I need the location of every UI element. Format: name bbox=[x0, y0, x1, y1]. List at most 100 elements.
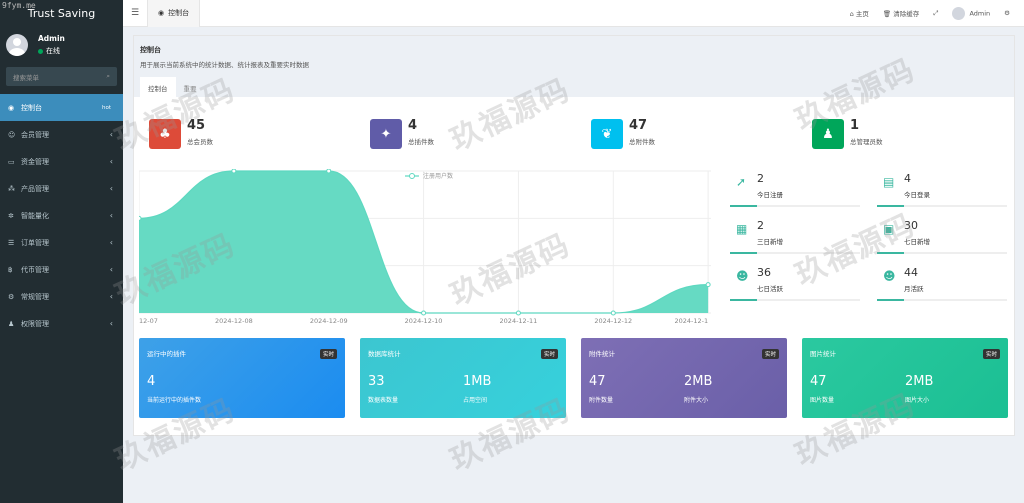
cubes-icon: ⁂ bbox=[8, 184, 15, 193]
sidebar-item-label: 智能量化 bbox=[21, 211, 49, 220]
money-icon: ▭ bbox=[8, 157, 15, 166]
hot-badge: hot bbox=[99, 103, 113, 112]
card-sub: 当前运行中的插件数 bbox=[147, 397, 202, 404]
stat-box: ✦ 4 总插件数 bbox=[370, 119, 434, 149]
sidebar-item-label: 产品管理 bbox=[21, 184, 49, 193]
stat-label: 总会员数 bbox=[187, 138, 213, 146]
tab-dashboard[interactable]: ◉ 控制台 bbox=[147, 0, 201, 27]
data-point[interactable] bbox=[610, 310, 616, 316]
sidebar-item-0[interactable]: ◉ 控制台 hot bbox=[0, 94, 123, 121]
sidebar-item-8[interactable]: ♟ 权限管理 ‹ bbox=[0, 310, 123, 337]
dashboard-icon: ◉ bbox=[158, 9, 165, 17]
sidebar-item-label: 订单管理 bbox=[21, 238, 49, 247]
clear-cache-button[interactable]: 🗑 清除缓存 bbox=[883, 8, 919, 18]
leaf-icon: ❦ bbox=[591, 119, 623, 149]
mini-value: 36 bbox=[757, 266, 771, 279]
online-dot-icon bbox=[38, 48, 43, 54]
card-sub: 图片大小 bbox=[905, 397, 930, 404]
chevron-left-icon: ‹ bbox=[109, 184, 113, 193]
mini-label: 七日活跃 bbox=[757, 285, 783, 293]
sidebar-item-7[interactable]: ⚙ 常规管理 ‹ bbox=[0, 283, 123, 310]
card-sub: 附件数量 bbox=[589, 397, 614, 404]
x-tick-label: 2024-12-11 bbox=[500, 317, 538, 325]
x-tick-label: 2024-12-08 bbox=[215, 317, 253, 325]
stat-label: 总插件数 bbox=[408, 138, 434, 146]
user-circle-icon: ☻ bbox=[883, 269, 896, 283]
cogs-icon: ⚙ bbox=[8, 292, 15, 301]
search-icon[interactable]: ⌕ bbox=[106, 72, 110, 81]
sidebar-item-5[interactable]: ☰ 订单管理 ‹ bbox=[0, 229, 123, 256]
chevron-left-icon: ‹ bbox=[109, 157, 113, 166]
user-avatar bbox=[952, 6, 966, 20]
card-value: 47 bbox=[589, 374, 606, 389]
card-sub: 数据表数量 bbox=[368, 397, 399, 404]
data-point[interactable] bbox=[421, 310, 427, 316]
fullscreen-icon[interactable]: ⤢ bbox=[933, 9, 938, 18]
sidebar-item-3[interactable]: ⁂ 产品管理 ‹ bbox=[0, 175, 123, 202]
mini-label: 今日登录 bbox=[904, 191, 930, 199]
card-title: 运行中的插件 bbox=[147, 350, 186, 358]
stat-value: 1 bbox=[850, 118, 860, 133]
user-icon: ☺ bbox=[8, 130, 16, 139]
vcard-icon: ▤ bbox=[883, 175, 895, 189]
mini-value: 2 bbox=[757, 172, 764, 185]
sidebar-menu: ◉ 控制台 hot ☺ 会员管理 ‹ ▭ 资金管理 ‹ ⁂ 产品管理 ‹ ✲ 智能量化 ‹ ☰ 订单管理 ‹ ฿ 代币… bbox=[0, 94, 123, 337]
user-name: Admin bbox=[38, 34, 65, 43]
mini-underline bbox=[730, 299, 757, 301]
sidebar: 9fym.me Trust Saving Admin 在线 搜索菜单 ⌕ ◉ 控制… bbox=[0, 0, 123, 503]
mini-label: 三日新增 bbox=[757, 238, 783, 246]
mini-value: 44 bbox=[904, 266, 918, 279]
chevron-left-icon: ‹ bbox=[109, 292, 113, 301]
data-point[interactable] bbox=[231, 169, 237, 174]
calendar-icon: ▦ bbox=[736, 222, 748, 236]
card-title: 数据库统计 bbox=[368, 350, 401, 358]
sidebar-item-label: 控制台 bbox=[21, 103, 42, 112]
group-icon: ♟ bbox=[8, 319, 15, 328]
data-point[interactable] bbox=[515, 310, 521, 316]
magic-icon: ✦ bbox=[370, 119, 402, 149]
mini-label: 月活跃 bbox=[904, 285, 924, 293]
sidebar-item-label: 权限管理 bbox=[21, 319, 49, 328]
stat-box: ❦ 47 总附件数 bbox=[591, 119, 655, 149]
chevron-left-icon: ‹ bbox=[109, 238, 113, 247]
dashboard-icon: ◉ bbox=[8, 103, 15, 112]
summary-card: 附件统计 实时 47 附件数量 2MB 附件大小 bbox=[581, 338, 787, 418]
data-point[interactable] bbox=[705, 282, 711, 288]
brand-title: Trust Saving bbox=[27, 7, 96, 20]
stat-label: 总附件数 bbox=[629, 138, 655, 146]
chevron-left-icon: ‹ bbox=[109, 319, 113, 328]
sidebar-item-label: 会员管理 bbox=[21, 130, 49, 139]
menu-toggle-icon[interactable]: ☰ bbox=[123, 8, 147, 18]
stat-value: 47 bbox=[629, 118, 648, 133]
user-menu[interactable]: Admin bbox=[952, 6, 990, 20]
menu-search-input[interactable]: 搜索菜单 ⌕ bbox=[6, 67, 117, 86]
x-tick-label: 2024-12-1 bbox=[674, 317, 708, 325]
legend-marker bbox=[409, 173, 415, 179]
sidebar-item-label: 常规管理 bbox=[21, 292, 49, 301]
home-link[interactable]: ⌂ 主页 bbox=[850, 8, 869, 18]
settings-gear-icon[interactable]: ⚙ bbox=[1004, 9, 1010, 17]
data-point[interactable] bbox=[139, 215, 142, 221]
card-value: 2MB bbox=[905, 374, 934, 389]
gear-icon: ✲ bbox=[8, 211, 14, 220]
sidebar-item-6[interactable]: ฿代币管理 ‹ bbox=[0, 256, 123, 283]
sidebar-item-4[interactable]: ✲ 智能量化 ‹ bbox=[0, 202, 123, 229]
x-tick-label: 2024-12-12 bbox=[594, 317, 632, 325]
bitcoin-icon: ฿ bbox=[8, 265, 13, 274]
avatar bbox=[6, 34, 28, 56]
x-tick-label: 12-07 bbox=[139, 317, 158, 325]
mini-underline bbox=[730, 252, 757, 254]
legend-label[interactable]: 注册用户数 bbox=[423, 172, 453, 180]
card-value: 4 bbox=[147, 374, 156, 389]
card-value: 33 bbox=[368, 374, 385, 389]
data-point[interactable] bbox=[326, 169, 332, 174]
user-status: 在线 bbox=[46, 47, 60, 55]
summary-card: 运行中的插件 实时 4 当前运行中的插件数 bbox=[139, 338, 345, 418]
realtime-badge: 实时 bbox=[540, 349, 558, 359]
sidebar-item-2[interactable]: ▭ 资金管理 ‹ bbox=[0, 148, 123, 175]
mini-value: 4 bbox=[904, 172, 911, 185]
sidebar-item-1[interactable]: ☺ 会员管理 ‹ bbox=[0, 121, 123, 148]
brand[interactable]: 9fym.me Trust Saving bbox=[0, 0, 123, 27]
search-placeholder: 搜索菜单 bbox=[13, 73, 39, 82]
realtime-badge: 实时 bbox=[761, 349, 779, 359]
